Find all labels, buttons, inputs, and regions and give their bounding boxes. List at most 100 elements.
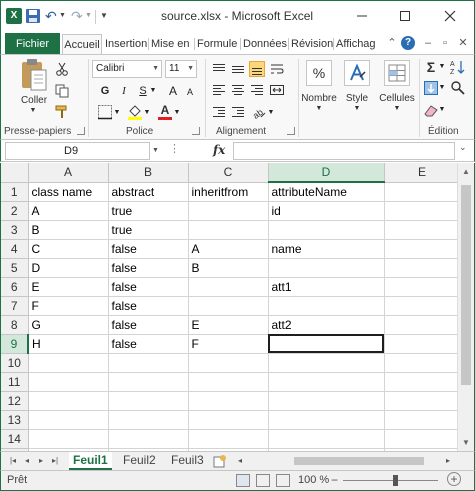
font-color-icon[interactable]: A: [157, 103, 173, 121]
cell[interactable]: [268, 296, 385, 316]
cell[interactable]: [268, 429, 385, 449]
clear-dropdown-icon[interactable]: ▼: [438, 101, 446, 119]
page-break-view-icon[interactable]: [276, 474, 290, 487]
autosum-icon[interactable]: Σ: [423, 58, 439, 76]
bold-button[interactable]: G: [96, 82, 114, 100]
scroll-right-icon[interactable]: ▸: [442, 455, 454, 467]
cell[interactable]: B: [28, 220, 109, 240]
customize-toolbar-icon[interactable]: ▼: [100, 8, 110, 24]
decrease-indent-icon[interactable]: [211, 104, 227, 120]
cell[interactable]: [28, 372, 109, 392]
zoom-out-icon[interactable]: −: [331, 473, 338, 487]
fill-color-dropdown-icon[interactable]: ▼: [143, 104, 151, 122]
paste-icon[interactable]: [19, 58, 49, 94]
cell[interactable]: [28, 410, 109, 430]
cell[interactable]: C: [28, 239, 109, 259]
row-header[interactable]: 11: [1, 372, 29, 392]
font-size-select[interactable]: 11 ▼: [165, 60, 197, 78]
column-header[interactable]: E: [384, 163, 461, 183]
cell[interactable]: [108, 391, 189, 411]
zoom-slider[interactable]: [343, 480, 438, 481]
cell[interactable]: [384, 296, 461, 316]
tab-review[interactable]: Révision: [291, 34, 333, 55]
cell[interactable]: [108, 429, 189, 449]
last-sheet-icon[interactable]: ▸|: [49, 455, 61, 467]
clipboard-launcher-icon[interactable]: [77, 127, 85, 135]
cell[interactable]: true: [108, 220, 189, 240]
cell[interactable]: [188, 296, 269, 316]
styles-dropdown-icon[interactable]: ▼: [352, 105, 362, 112]
zoom-level[interactable]: 100 %: [298, 474, 329, 486]
cell[interactable]: [188, 429, 269, 449]
cell[interactable]: [188, 391, 269, 411]
tab-insert[interactable]: Insertion: [105, 34, 147, 55]
cell[interactable]: att2: [268, 315, 385, 335]
row-header[interactable]: 1: [1, 182, 29, 202]
row-header[interactable]: 12: [1, 391, 29, 411]
cell[interactable]: attributeName: [268, 182, 385, 202]
page-layout-view-icon[interactable]: [256, 474, 270, 487]
horizontal-scrollbar[interactable]: ◂ ▸: [234, 455, 456, 467]
cell[interactable]: [188, 201, 269, 221]
cell[interactable]: E: [188, 315, 269, 335]
cells-icon[interactable]: [384, 60, 410, 86]
maximize-button[interactable]: [384, 1, 426, 31]
cell[interactable]: A: [28, 201, 109, 221]
sort-filter-icon[interactable]: AZ: [450, 59, 468, 75]
cell[interactable]: name: [268, 239, 385, 259]
cell[interactable]: att1: [268, 277, 385, 297]
paste-dropdown-icon[interactable]: ▼: [28, 107, 38, 114]
row-header[interactable]: 6: [1, 277, 29, 297]
cells-dropdown-icon[interactable]: ▼: [392, 105, 402, 112]
scroll-up-icon[interactable]: ▲: [458, 163, 474, 180]
row-header[interactable]: 4: [1, 239, 29, 259]
align-left-icon[interactable]: [211, 82, 227, 98]
cell[interactable]: class name: [28, 182, 109, 202]
font-color-dropdown-icon[interactable]: ▼: [173, 104, 181, 122]
formula-bar-grip-icon[interactable]: ⋮: [169, 142, 180, 155]
cell[interactable]: [268, 391, 385, 411]
zoom-slider-thumb[interactable]: [393, 475, 398, 486]
merge-center-icon[interactable]: [269, 82, 285, 98]
sheet-tab[interactable]: Feuil3: [167, 452, 208, 470]
cell[interactable]: [384, 220, 461, 240]
save-icon[interactable]: [25, 8, 41, 24]
fill-color-icon[interactable]: [127, 103, 143, 121]
row-header[interactable]: 13: [1, 410, 29, 430]
tab-formulas[interactable]: Formules: [197, 34, 237, 55]
cell[interactable]: [384, 315, 461, 335]
copy-icon[interactable]: [55, 84, 69, 98]
cell[interactable]: [108, 410, 189, 430]
paste-button-label[interactable]: Coller: [17, 95, 51, 106]
cell[interactable]: [108, 353, 189, 373]
align-top-icon[interactable]: [211, 61, 227, 77]
cell[interactable]: F: [28, 296, 109, 316]
cell[interactable]: true: [108, 201, 189, 221]
cell[interactable]: [188, 410, 269, 430]
row-header[interactable]: 3: [1, 220, 29, 240]
next-sheet-icon[interactable]: ▸: [35, 455, 47, 467]
prev-sheet-icon[interactable]: ◂: [21, 455, 33, 467]
cells-button-label[interactable]: Cellules: [378, 93, 416, 104]
autosum-dropdown-icon[interactable]: ▼: [438, 58, 446, 76]
cell[interactable]: [188, 277, 269, 297]
cell[interactable]: abstract: [108, 182, 189, 202]
number-button-label[interactable]: Nombre: [299, 93, 339, 104]
column-header[interactable]: C: [188, 163, 269, 183]
undo-dropdown-icon[interactable]: ▼: [59, 8, 67, 24]
formula-input[interactable]: [233, 142, 455, 160]
fill-down-icon[interactable]: [423, 80, 439, 96]
cell[interactable]: false: [108, 239, 189, 259]
column-header[interactable]: B: [108, 163, 189, 183]
row-header[interactable]: 5: [1, 258, 29, 278]
styles-icon[interactable]: [344, 60, 370, 86]
workbook-minimize-icon[interactable]: –: [421, 36, 435, 50]
vertical-scrollbar[interactable]: ▲ ▼: [457, 163, 474, 451]
tab-data[interactable]: Données: [243, 34, 287, 55]
increase-indent-icon[interactable]: [230, 104, 246, 120]
cell[interactable]: [384, 353, 461, 373]
cell[interactable]: [384, 277, 461, 297]
close-button[interactable]: [426, 1, 474, 31]
cell[interactable]: B: [188, 258, 269, 278]
select-all-corner[interactable]: [1, 163, 29, 183]
